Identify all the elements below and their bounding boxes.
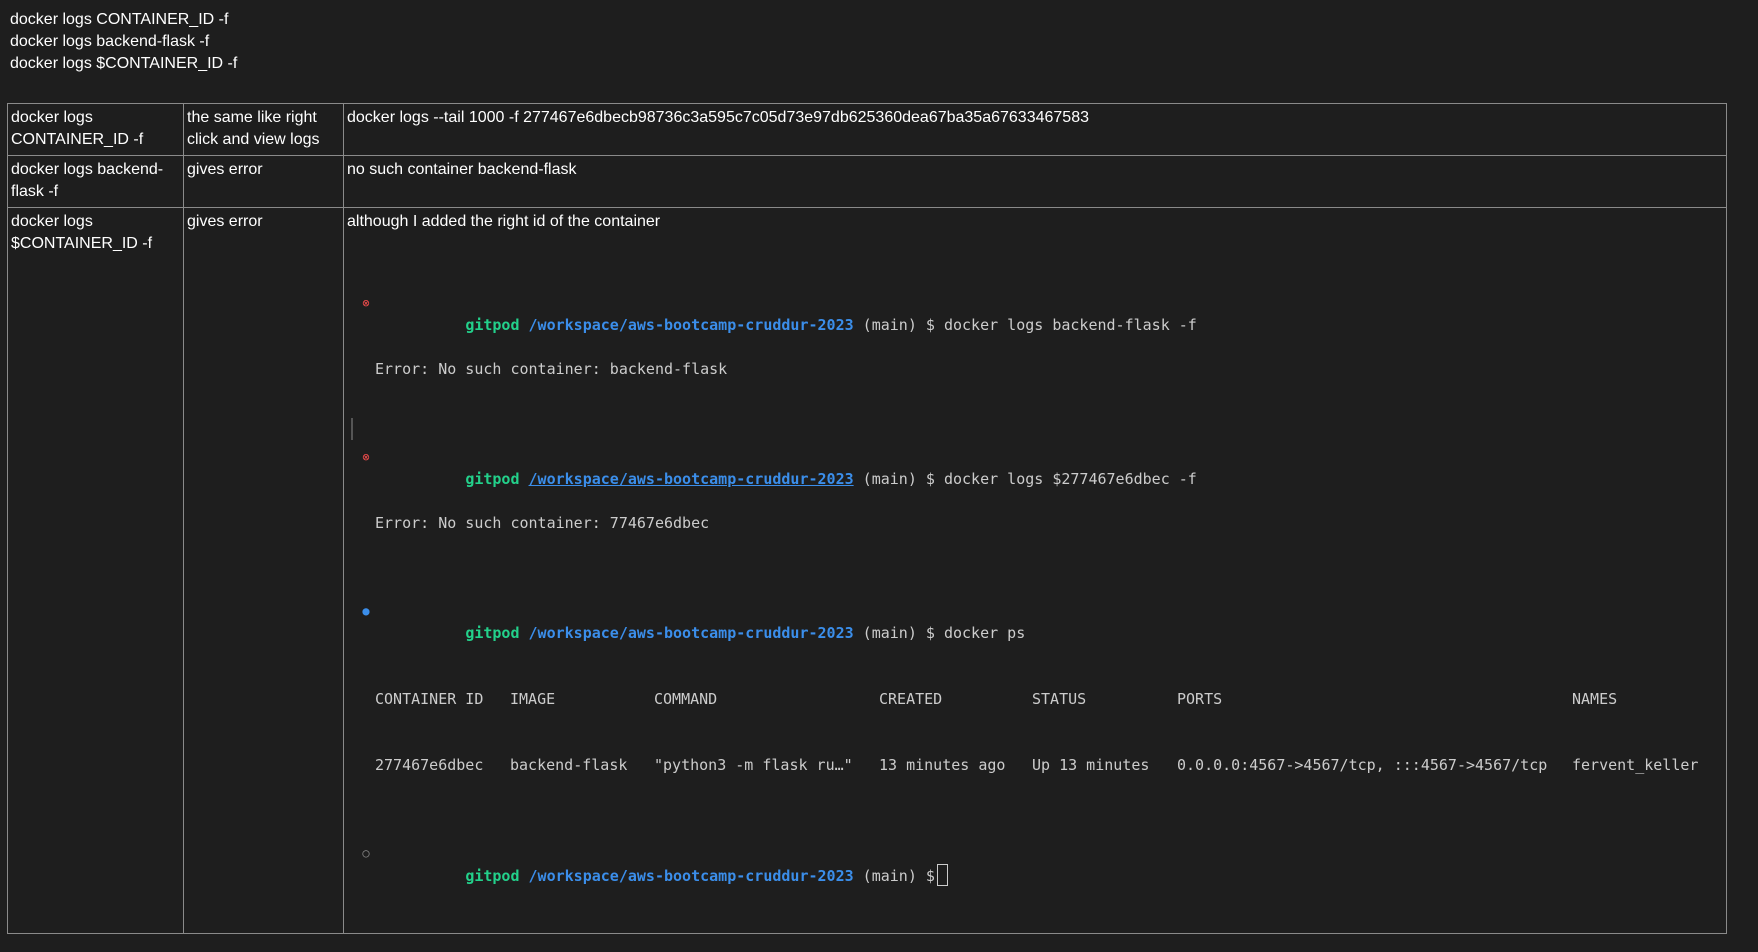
prompt-branch: (main) $ (862, 470, 935, 488)
result-cell[interactable]: the same like right click and view logs (183, 103, 344, 156)
intro-line: docker logs backend-flask -f (10, 33, 210, 50)
terminal-output-line: Error: No such container: backend-flask (347, 358, 1722, 380)
command-cell[interactable]: docker logs $CONTAINER_ID -f (7, 207, 184, 934)
notes-cell[interactable]: although I added the right id of the con… (343, 207, 1727, 934)
terminal-prompt-line: ● gitpod /workspace/aws-bootcamp-cruddur-… (347, 600, 1722, 642)
terminal-command: docker ps (943, 624, 1026, 642)
notes-text: although I added the right id of the con… (347, 213, 661, 230)
ps-container-id: 277467e6dbec (375, 756, 484, 774)
prompt-path: /workspace/aws-bootcamp-cruddur-2023 (528, 316, 854, 334)
result-text: gives error (187, 161, 263, 178)
notes-text: docker logs --tail 1000 -f 277467e6dbecb… (347, 109, 1089, 126)
notes-text: no such container backend-flask (347, 161, 577, 178)
terminal-output: Error: No such container: backend-flask (375, 360, 728, 378)
terminal-cursor[interactable] (936, 864, 948, 886)
ps-status: Up 13 minutes (1032, 756, 1150, 774)
ps-command: "python3 -m flask ru…" (654, 756, 853, 774)
prompt-path-link[interactable]: /workspace/aws-bootcamp-cruddur-2023 (529, 470, 854, 488)
prompt-user: gitpod (465, 624, 520, 642)
result-cell[interactable]: gives error (183, 155, 344, 208)
table-row: docker logs CONTAINER_ID -f the same lik… (7, 103, 1727, 156)
prompt-user: gitpod (465, 470, 520, 488)
ps-names: fervent_keller (1572, 756, 1699, 774)
terminal-gutter-mark (351, 418, 353, 440)
command-cell[interactable]: docker logs CONTAINER_ID -f (7, 103, 184, 156)
ps-header-status: STATUS (1032, 690, 1087, 708)
terminal-output-line: Error: No such container: 77467e6dbec (347, 512, 1722, 534)
command-text: docker logs backend-flask -f (11, 161, 164, 200)
error-status-icon: ⊗ (362, 450, 370, 464)
terminal-output: Error: No such container: 77467e6dbec (375, 514, 710, 532)
success-status-icon: ● (362, 604, 370, 618)
prompt-branch: (main) $ (862, 867, 935, 885)
ps-created: 13 minutes ago (879, 756, 1006, 774)
notes-cell[interactable]: docker logs --tail 1000 -f 277467e6dbecb… (343, 103, 1727, 156)
prompt-branch: (main) $ (862, 316, 935, 334)
ps-header-ports: PORTS (1177, 690, 1223, 708)
command-text: docker logs $CONTAINER_ID -f (11, 213, 153, 252)
result-text: gives error (187, 213, 263, 230)
ps-header-image: IMAGE (510, 690, 556, 708)
ps-image: backend-flask (510, 756, 628, 774)
ps-ports: 0.0.0.0:4567->4567/tcp, :::4567->4567/tc… (1177, 756, 1548, 774)
ps-header-names: NAMES (1572, 690, 1618, 708)
table-row: docker logs backend-flask -f gives error… (7, 155, 1727, 208)
terminal-prompt-line: ⊗ gitpod /workspace/aws-bootcamp-cruddur-… (347, 292, 1722, 334)
intro-commands: docker logs CONTAINER_ID -f docker logs … (10, 9, 237, 75)
ps-header-command: COMMAND (654, 690, 718, 708)
intro-line: docker logs $CONTAINER_ID -f (10, 55, 238, 72)
prompt-path: /workspace/aws-bootcamp-cruddur-2023 (528, 624, 854, 642)
notes-cell[interactable]: no such container backend-flask (343, 155, 1727, 208)
prompt-branch: (main) $ (862, 624, 935, 642)
error-status-icon: ⊗ (362, 296, 370, 310)
terminal-prompt-line: ⊗ gitpod /workspace/aws-bootcamp-cruddur-… (347, 446, 1722, 488)
table-row: docker logs $CONTAINER_ID -f gives error… (7, 207, 1727, 934)
notes-table: docker logs CONTAINER_ID -f the same lik… (7, 103, 1727, 934)
ps-header-created: CREATED (879, 690, 943, 708)
result-cell[interactable]: gives error (183, 207, 344, 934)
prompt-user: gitpod (465, 316, 520, 334)
terminal-command: docker logs backend-flask -f (943, 316, 1197, 334)
prompt-user: gitpod (465, 867, 520, 885)
ps-data-row: 277467e6dbec backend-flask "python3 -m f… (347, 754, 1722, 776)
terminal-command: docker logs $277467e6dbec -f (943, 470, 1197, 488)
result-text: the same like right click and view logs (187, 109, 322, 148)
terminal-prompt-line: ○ gitpod /workspace/aws-bootcamp-cruddur-… (347, 842, 1722, 886)
command-cell[interactable]: docker logs backend-flask -f (7, 155, 184, 208)
idle-status-icon: ○ (362, 846, 370, 860)
prompt-path: /workspace/aws-bootcamp-cruddur-2023 (528, 867, 854, 885)
intro-line: docker logs CONTAINER_ID -f (10, 11, 229, 28)
terminal-screenshot: ⊗ gitpod /workspace/aws-bootcamp-cruddur-… (347, 248, 1722, 930)
command-text: docker logs CONTAINER_ID -f (11, 109, 144, 148)
ps-header-row: CONTAINER ID IMAGE COMMAND CREATED STATU… (347, 688, 1722, 710)
ps-header-container-id: CONTAINER ID (375, 690, 484, 708)
